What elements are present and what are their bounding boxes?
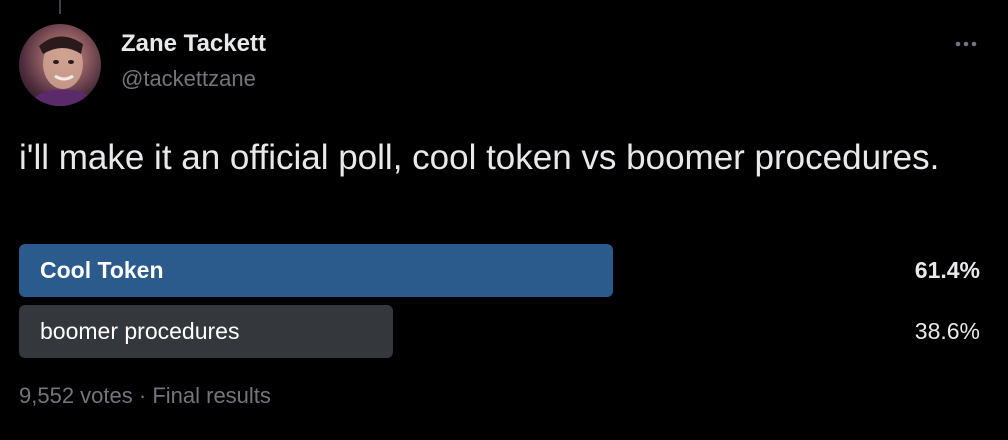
poll-status: Final results bbox=[152, 383, 271, 408]
avatar-photo bbox=[27, 36, 97, 106]
tweet-text: i'll make it an official poll, cool toke… bbox=[19, 138, 940, 177]
poll-footer: 9,552 votes · Final results bbox=[19, 383, 271, 409]
poll-option: boomer procedures 38.6% bbox=[19, 305, 987, 359]
poll-option-percent: 61.4% bbox=[914, 257, 980, 283]
author-display-name[interactable]: Zane Tackett bbox=[121, 30, 266, 58]
author-handle[interactable]: @tackettzane bbox=[121, 66, 256, 92]
more-horizontal-icon bbox=[955, 41, 977, 47]
poll-option: Cool Token 61.4% bbox=[19, 244, 987, 298]
more-options-button[interactable] bbox=[946, 30, 986, 58]
poll-footer-separator: · bbox=[138, 383, 147, 408]
poll-vote-count: 9,552 votes bbox=[19, 383, 133, 408]
poll-option-label: boomer procedures bbox=[40, 318, 240, 344]
thread-connector-line bbox=[59, 0, 61, 14]
poll-option-label: Cool Token bbox=[40, 257, 164, 283]
poll-option-percent: 38.6% bbox=[914, 318, 980, 344]
avatar[interactable] bbox=[19, 24, 101, 106]
